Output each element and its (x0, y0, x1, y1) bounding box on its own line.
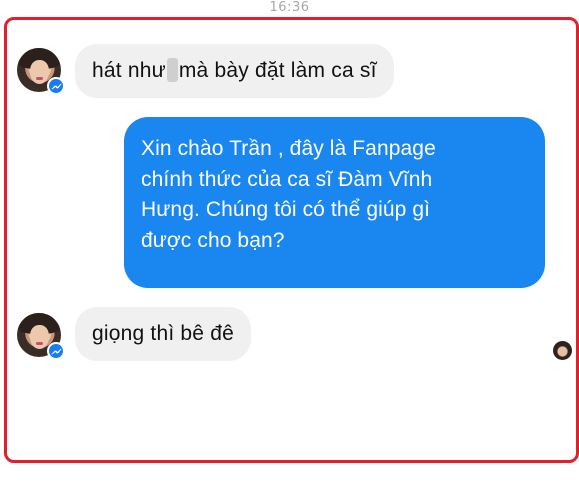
outgoing-message-line-3: Hưng. Chúng tôi có thể giúp gì (141, 198, 431, 221)
incoming-message-bubble[interactable]: hát như mà bày đặt làm ca sĩ (75, 44, 394, 98)
redacted-text-blur (166, 58, 178, 82)
sender-avatar[interactable] (17, 313, 65, 360)
outgoing-message-line-1: Xin chào Trần , đây là Fanpage (141, 137, 436, 160)
sender-avatar[interactable] (17, 48, 65, 95)
seen-receipt-avatar (553, 341, 572, 360)
outgoing-message-bubble[interactable]: Xin chào Trần , đây là Fanpage chính thứ… (124, 117, 545, 288)
messenger-badge-icon (47, 342, 65, 360)
outgoing-message-line-2: chính thức của ca sĩ Đàm Vĩnh (141, 167, 433, 191)
messenger-badge-icon (47, 77, 65, 95)
incoming-message-text: giọng thì bê đê (92, 322, 234, 345)
incoming-message-bubble[interactable]: giọng thì bê đê (75, 307, 251, 361)
status-bar-time: 16:36 (269, 0, 310, 15)
outgoing-message-line-4: được cho bạn? (141, 228, 285, 252)
incoming-message-text-part2: mà bày đặt làm ca sĩ (178, 59, 377, 82)
incoming-message-text-part1: hát như (92, 59, 166, 82)
